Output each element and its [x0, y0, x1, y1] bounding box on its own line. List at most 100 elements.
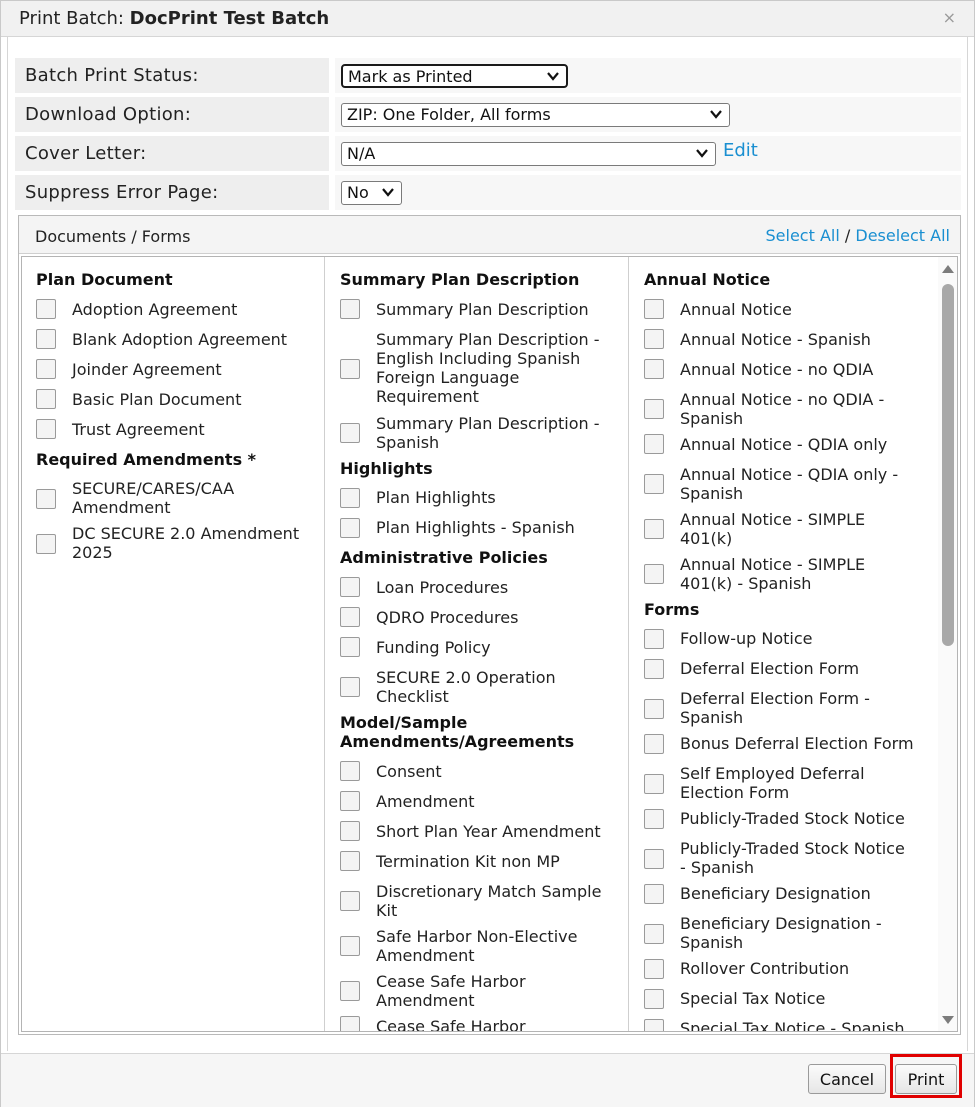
document-item[interactable]: Summary Plan Description — [340, 299, 620, 330]
document-item[interactable]: Self Employed Deferral Election Form — [644, 764, 924, 809]
document-item[interactable]: Termination Kit non MP — [340, 851, 620, 882]
document-item[interactable]: Publicly-Traded Stock Notice - Spanish — [644, 839, 924, 884]
document-checkbox[interactable] — [340, 936, 360, 956]
document-checkbox[interactable] — [644, 359, 664, 380]
document-item[interactable]: Cease Safe Harbor Amendment — [340, 972, 620, 1017]
document-checkbox[interactable] — [644, 329, 664, 350]
document-checkbox[interactable] — [644, 299, 664, 320]
cover-letter-select[interactable]: N/A — [341, 142, 716, 166]
document-item[interactable]: Loan Procedures — [340, 577, 620, 608]
document-checkbox[interactable] — [644, 399, 664, 419]
document-item[interactable]: Trust Agreement — [36, 419, 316, 450]
document-item[interactable]: Bonus Deferral Election Form — [644, 733, 924, 764]
document-checkbox[interactable] — [36, 419, 56, 440]
document-item[interactable]: Special Tax Notice — [644, 988, 924, 1019]
document-item[interactable]: Annual Notice - no QDIA — [644, 359, 924, 390]
cover-letter-edit-link[interactable]: Edit — [723, 140, 758, 161]
document-item[interactable]: Deferral Election Form — [644, 658, 924, 689]
document-checkbox[interactable] — [644, 958, 664, 979]
document-item[interactable]: Annual Notice - QDIA only — [644, 434, 924, 465]
document-item[interactable]: Publicly-Traded Stock Notice — [644, 808, 924, 839]
document-item[interactable]: Annual Notice - Spanish — [644, 329, 924, 360]
document-item[interactable]: Summary Plan Description - English Includ… — [340, 330, 620, 414]
document-checkbox[interactable] — [340, 821, 360, 842]
document-item[interactable]: Funding Policy — [340, 637, 620, 668]
scrollbar-thumb[interactable] — [942, 284, 954, 646]
document-item[interactable]: Beneficiary Designation - Spanish — [644, 914, 924, 959]
document-checkbox[interactable] — [644, 773, 664, 794]
document-checkbox[interactable] — [340, 423, 360, 443]
document-item[interactable]: QDRO Procedures — [340, 607, 620, 638]
document-item[interactable]: Annual Notice — [644, 299, 924, 330]
document-item[interactable]: SECURE 2.0 Operation Checklist — [340, 668, 620, 713]
select-all-link[interactable]: Select All — [766, 226, 840, 245]
document-item[interactable]: Annual Notice - QDIA only - Spanish — [644, 465, 924, 510]
document-checkbox[interactable] — [340, 981, 360, 1001]
download-option-select[interactable]: ZIP: One Folder, All forms — [341, 103, 730, 127]
document-item[interactable]: Discretionary Match Sample Kit — [340, 882, 620, 927]
document-checkbox[interactable] — [644, 434, 664, 455]
document-checkbox[interactable] — [340, 299, 360, 320]
suppress-error-page-select[interactable]: No — [341, 181, 402, 205]
document-checkbox[interactable] — [644, 628, 664, 649]
document-checkbox[interactable] — [340, 791, 360, 812]
document-checkbox[interactable] — [36, 329, 56, 350]
document-checkbox[interactable] — [340, 891, 360, 911]
document-item[interactable]: Short Plan Year Amendment — [340, 821, 620, 852]
document-checkbox[interactable] — [644, 848, 664, 869]
document-item[interactable]: SECURE/CARES/CAA Amendment — [36, 479, 316, 524]
document-checkbox[interactable] — [644, 564, 664, 584]
document-checkbox[interactable] — [340, 761, 360, 782]
document-item[interactable]: Cease Safe Harbor — [340, 1016, 620, 1031]
document-item[interactable]: Plan Highlights — [340, 487, 620, 518]
document-item[interactable]: Joinder Agreement — [36, 359, 316, 390]
document-item[interactable]: Adoption Agreement — [36, 299, 316, 330]
batch-print-status-select[interactable]: Mark as Printed — [341, 64, 568, 88]
document-checkbox[interactable] — [644, 733, 664, 754]
document-checkbox[interactable] — [340, 851, 360, 872]
document-item[interactable]: Special Tax Notice - Spanish — [644, 1018, 924, 1031]
document-item[interactable]: Consent — [340, 761, 620, 792]
document-checkbox[interactable] — [644, 658, 664, 679]
document-checkbox[interactable] — [340, 358, 360, 379]
document-checkbox[interactable] — [644, 474, 664, 494]
scroll-down-icon[interactable] — [942, 1015, 954, 1025]
document-item[interactable]: Annual Notice - no QDIA - Spanish — [644, 390, 924, 435]
document-item[interactable]: Amendment — [340, 791, 620, 822]
close-icon[interactable]: × — [943, 8, 956, 27]
document-checkbox[interactable] — [340, 1016, 360, 1031]
document-checkbox[interactable] — [340, 607, 360, 628]
document-item[interactable]: Follow-up Notice — [644, 628, 924, 659]
deselect-all-link[interactable]: Deselect All — [855, 226, 950, 245]
document-item[interactable]: Plan Highlights - Spanish — [340, 517, 620, 548]
document-checkbox[interactable] — [644, 698, 664, 719]
document-checkbox[interactable] — [36, 533, 56, 554]
document-checkbox[interactable] — [644, 1018, 664, 1031]
document-checkbox[interactable] — [644, 883, 664, 904]
document-item[interactable]: Summary Plan Description - Spanish — [340, 414, 620, 459]
document-item[interactable]: Basic Plan Document — [36, 389, 316, 420]
document-checkbox[interactable] — [36, 359, 56, 380]
document-checkbox[interactable] — [340, 577, 360, 598]
document-checkbox[interactable] — [644, 519, 664, 539]
document-checkbox[interactable] — [340, 487, 360, 508]
document-checkbox[interactable] — [36, 389, 56, 410]
document-item[interactable]: Blank Adoption Agreement — [36, 329, 316, 360]
document-item[interactable]: Beneficiary Designation — [644, 883, 924, 914]
scroll-up-icon[interactable] — [942, 264, 954, 274]
document-item[interactable]: Safe Harbor Non-Elective Amendment — [340, 927, 620, 972]
document-checkbox[interactable] — [36, 299, 56, 320]
document-item[interactable]: Annual Notice - SIMPLE 401(k) - Spanish — [644, 555, 924, 600]
document-checkbox[interactable] — [36, 488, 56, 509]
document-checkbox[interactable] — [644, 923, 664, 944]
document-checkbox[interactable] — [340, 677, 360, 697]
document-checkbox[interactable] — [340, 517, 360, 538]
document-checkbox[interactable] — [644, 808, 664, 829]
documents-scrollbar[interactable] — [938, 257, 957, 1031]
document-item[interactable]: Rollover Contribution — [644, 958, 924, 989]
cancel-button[interactable]: Cancel — [808, 1064, 886, 1094]
document-checkbox[interactable] — [644, 988, 664, 1009]
document-checkbox[interactable] — [340, 637, 360, 658]
document-item[interactable]: Annual Notice - SIMPLE 401(k) — [644, 510, 924, 555]
document-item[interactable]: Deferral Election Form - Spanish — [644, 689, 924, 734]
